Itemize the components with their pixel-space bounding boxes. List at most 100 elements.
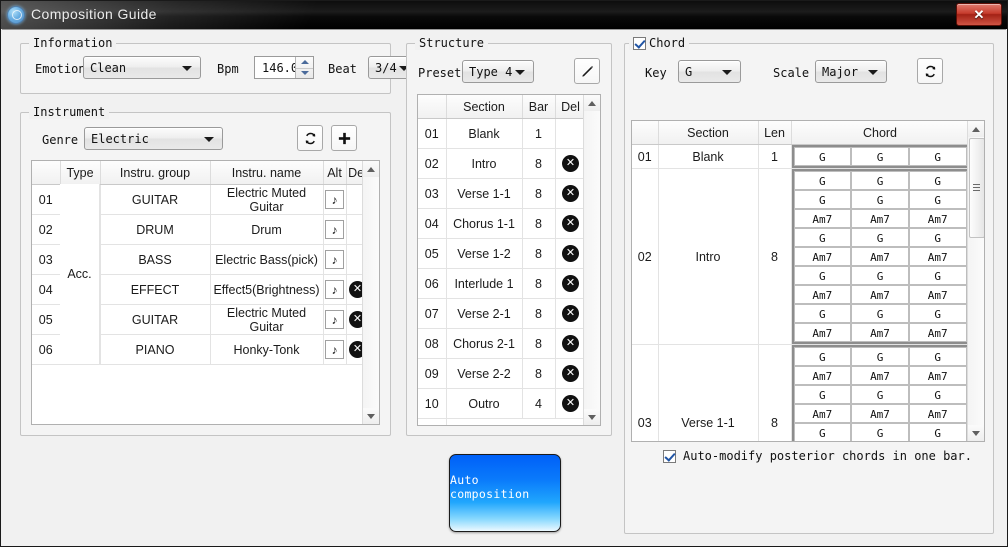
chord-cell[interactable]: Am7 xyxy=(909,323,967,342)
chord-scrollbar[interactable] xyxy=(967,121,984,441)
table-row[interactable]: 08Chorus 2-18✕ xyxy=(418,329,584,359)
chord-cell[interactable]: G xyxy=(851,423,909,441)
delete-row-button[interactable]: ✕ xyxy=(349,341,363,358)
table-row[interactable]: 01Blank1 xyxy=(418,119,584,149)
instrument-alt-cell[interactable]: ♪ xyxy=(323,275,346,305)
chord-cell[interactable]: Am7 xyxy=(909,366,967,385)
table-row[interactable]: 03Verse 1-18✕ xyxy=(418,179,584,209)
chord-cell[interactable]: G xyxy=(851,190,909,209)
chord-cell[interactable]: G xyxy=(794,347,852,366)
bpm-stepper-down[interactable] xyxy=(296,68,313,79)
chord-cell[interactable]: G xyxy=(909,385,967,404)
table-row[interactable]: 07Verse 2-18✕ xyxy=(418,299,584,329)
instrument-del-cell[interactable]: ✕ xyxy=(346,335,363,365)
delete-row-button[interactable]: ✕ xyxy=(562,185,579,202)
chord-cell[interactable]: G xyxy=(851,147,909,166)
table-row[interactable]: 02Intro8GGGGGGAm7Am7Am7GGGAm7Am7Am7GGGAm… xyxy=(632,169,967,345)
chord-cell[interactable]: Am7 xyxy=(851,247,909,266)
auto-modify-checkbox[interactable] xyxy=(663,450,676,463)
chord-cell[interactable]: G xyxy=(794,190,852,209)
bpm-stepper[interactable] xyxy=(295,57,313,78)
structure-del-cell[interactable]: ✕ xyxy=(555,329,584,359)
chord-cell[interactable]: G xyxy=(794,147,852,166)
chord-cell[interactable]: Am7 xyxy=(851,323,909,342)
chord-cell[interactable]: G xyxy=(794,266,852,285)
chord-cell[interactable]: Am7 xyxy=(794,404,852,423)
instrument-scrollbar[interactable] xyxy=(362,161,379,424)
chord-cell[interactable]: Am7 xyxy=(909,247,967,266)
structure-del-cell[interactable]: ✕ xyxy=(555,239,584,269)
structure-del-cell[interactable]: ✕ xyxy=(555,389,584,419)
chord-cell[interactable]: Am7 xyxy=(794,209,852,228)
chord-cell[interactable]: G xyxy=(909,171,967,190)
chord-cell[interactable]: G xyxy=(909,347,967,366)
delete-row-button[interactable]: ✕ xyxy=(562,215,579,232)
scroll-down-icon[interactable] xyxy=(363,408,379,424)
structure-del-cell[interactable]: ✕ xyxy=(555,359,584,389)
chord-cell[interactable]: Am7 xyxy=(909,209,967,228)
key-select[interactable]: G xyxy=(678,60,741,83)
add-instrument-button[interactable] xyxy=(331,125,357,151)
table-row[interactable]: 09Verse 2-28✕ xyxy=(418,359,584,389)
alt-note-button[interactable]: ♪ xyxy=(325,250,344,269)
instrument-alt-cell[interactable]: ♪ xyxy=(323,215,346,245)
refresh-instrument-button[interactable] xyxy=(297,125,323,151)
table-row[interactable]: 05Verse 1-28✕ xyxy=(418,239,584,269)
chord-cell[interactable]: G xyxy=(851,171,909,190)
instrument-alt-cell[interactable]: ♪ xyxy=(323,245,346,275)
chord-cell[interactable]: G xyxy=(851,304,909,323)
instrument-alt-cell[interactable]: ♪ xyxy=(323,335,346,365)
delete-row-button[interactable]: ✕ xyxy=(562,275,579,292)
chord-scroll-thumb[interactable] xyxy=(969,138,985,238)
chord-cell[interactable]: Am7 xyxy=(851,209,909,228)
delete-row-button[interactable]: ✕ xyxy=(562,365,579,382)
scale-select[interactable]: Major xyxy=(815,60,887,83)
scroll-up-icon[interactable] xyxy=(968,121,984,137)
delete-row-button[interactable]: ✕ xyxy=(562,155,579,172)
emotion-select[interactable]: Clean xyxy=(83,56,201,79)
chord-cell[interactable]: G xyxy=(909,304,967,323)
chord-cell[interactable]: G xyxy=(794,171,852,190)
structure-scrollbar[interactable] xyxy=(583,95,600,425)
alt-note-button[interactable]: ♪ xyxy=(325,280,344,299)
delete-row-button[interactable]: ✕ xyxy=(349,311,363,328)
instrument-alt-cell[interactable]: ♪ xyxy=(323,185,346,215)
chord-cell[interactable]: Am7 xyxy=(794,285,852,304)
table-row[interactable]: 03Verse 1-18GGGAm7Am7Am7GGGAm7Am7Am7GGGA… xyxy=(632,345,967,442)
chord-cell[interactable]: G xyxy=(851,266,909,285)
chord-cell[interactable]: Am7 xyxy=(794,366,852,385)
chord-cell[interactable]: Am7 xyxy=(909,285,967,304)
alt-note-button[interactable]: ♪ xyxy=(325,220,344,239)
refresh-chord-button[interactable] xyxy=(917,58,943,84)
instrument-del-cell[interactable]: ✕ xyxy=(346,275,363,305)
chord-cell[interactable]: G xyxy=(909,266,967,285)
chord-cell[interactable]: G xyxy=(794,304,852,323)
structure-del-cell[interactable]: ✕ xyxy=(555,299,584,329)
bpm-input[interactable]: 146.0 xyxy=(254,56,314,79)
chord-cell[interactable]: Am7 xyxy=(794,247,852,266)
chord-cell[interactable]: G xyxy=(909,228,967,247)
chord-cell[interactable]: G xyxy=(909,147,967,166)
structure-del-cell[interactable]: ✕ xyxy=(555,209,584,239)
structure-del-cell[interactable]: ✕ xyxy=(555,149,584,179)
structure-del-cell[interactable]: ✕ xyxy=(555,269,584,299)
chord-enable-checkbox[interactable] xyxy=(633,37,646,50)
edit-structure-button[interactable] xyxy=(574,58,600,84)
chord-cell[interactable]: G xyxy=(851,347,909,366)
instrument-del-cell[interactable]: ✕ xyxy=(346,305,363,335)
alt-note-button[interactable]: ♪ xyxy=(325,340,344,359)
chord-cell[interactable]: G xyxy=(794,423,852,441)
scroll-up-icon[interactable] xyxy=(363,161,379,177)
structure-del-cell[interactable]: ✕ xyxy=(555,179,584,209)
chord-cell[interactable]: Am7 xyxy=(794,323,852,342)
delete-row-button[interactable]: ✕ xyxy=(349,281,363,298)
chord-cell[interactable]: G xyxy=(794,385,852,404)
chord-cell[interactable]: G xyxy=(851,228,909,247)
chord-cell[interactable]: G xyxy=(909,190,967,209)
chord-cell[interactable]: G xyxy=(909,423,967,441)
genre-select[interactable]: Electric xyxy=(84,127,223,150)
scroll-down-icon[interactable] xyxy=(968,425,984,441)
scroll-up-icon[interactable] xyxy=(584,95,600,111)
table-row[interactable]: 10Outro4✕ xyxy=(418,389,584,419)
chord-cell[interactable]: Am7 xyxy=(851,404,909,423)
